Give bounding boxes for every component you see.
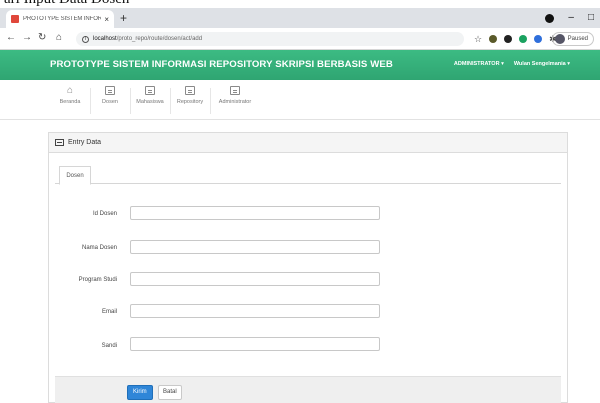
url-path: /proto_repo/route/dosen/act/add <box>116 36 203 42</box>
id-dosen-input[interactable] <box>130 206 380 220</box>
nav-item-administrator[interactable]: Administrator <box>212 86 258 105</box>
nav-item-label: Beranda <box>59 99 81 105</box>
nav-item-mahasiswa[interactable]: Mahasiswa <box>130 86 170 105</box>
address-bar[interactable]: i localhost /proto_repo/route/dosen/act/… <box>76 32 464 46</box>
window-controls: – □ <box>545 12 594 24</box>
nav-item-label: Dosen <box>102 99 118 105</box>
forward-arrow-icon[interactable]: → <box>22 32 32 44</box>
nav-item-label: Administrator <box>218 99 252 105</box>
field-label: Nama Dosen <box>81 245 117 251</box>
avatar <box>554 34 565 44</box>
panel-title: Entry Data <box>68 139 102 146</box>
panel-header: Entry Data <box>49 133 567 153</box>
star-icon[interactable]: ☆ <box>474 33 482 45</box>
app-header: PROTOTYPE SISTEM INFORMASI REPOSITORY SK… <box>0 50 600 80</box>
field-label: Id Dosen <box>92 211 117 217</box>
address-bar-row: ← → ↻ ⌂ i localhost /proto_repo/route/do… <box>0 28 600 50</box>
sandi-input[interactable] <box>130 337 380 351</box>
entry-panel: Entry Data Dosen Id Dosen Nama Dosen Pro… <box>48 132 568 403</box>
browser-tab-title: PROTOTYPE SISTEM INFORMASI <box>23 16 102 22</box>
caption-strip: ari Input Data Dosen <box>0 0 600 8</box>
nav-item-dosen[interactable]: Dosen <box>90 86 130 105</box>
nav-item-repository[interactable]: Repository <box>170 86 210 105</box>
home-icon: ⌂ <box>66 85 74 96</box>
cancel-button[interactable]: Batal <box>158 385 182 400</box>
extension-icon[interactable] <box>534 35 543 43</box>
nama-dosen-input[interactable] <box>130 240 380 254</box>
field-label: Email <box>101 309 117 315</box>
favicon-icon <box>11 15 19 23</box>
nav-item-beranda[interactable]: ⌂ Beranda <box>50 85 90 106</box>
home-icon[interactable]: ⌂ <box>56 32 62 44</box>
list-icon <box>230 86 240 95</box>
browser-tab[interactable]: PROTOTYPE SISTEM INFORMASI × <box>6 10 114 28</box>
submit-button[interactable]: Kirim <box>127 385 153 400</box>
header-menus: ADMINISTRATOR ▾ Wulan Sengelmania ▾ <box>454 61 570 67</box>
form-actions: Kirim Batal <box>55 376 561 403</box>
extension-icon[interactable] <box>504 35 513 43</box>
url-host: localhost <box>93 36 117 42</box>
list-icon <box>185 86 195 95</box>
list-icon <box>105 86 115 95</box>
caption-text: ari Input Data Dosen <box>4 0 129 8</box>
program-studi-input[interactable] <box>130 272 380 286</box>
tab-dosen[interactable]: Dosen <box>59 166 91 185</box>
new-tab-button[interactable]: + <box>120 11 127 25</box>
record-icon <box>545 14 555 23</box>
email-field[interactable] <box>130 304 380 318</box>
nav-item-label: Repository <box>176 99 204 105</box>
list-icon <box>145 86 155 95</box>
main-nav: ⌂ Beranda Dosen Mahasiswa Repository Adm… <box>0 80 600 120</box>
info-icon[interactable]: i <box>82 35 89 43</box>
profile-status: Paused <box>567 36 588 42</box>
maximize-button[interactable]: □ <box>588 12 594 24</box>
app-title: PROTOTYPE SISTEM INFORMASI REPOSITORY SK… <box>50 59 393 70</box>
field-label: Program Studi <box>78 277 117 283</box>
admin-menu[interactable]: ADMINISTRATOR ▾ <box>454 61 504 67</box>
back-arrow-icon[interactable]: ← <box>6 32 16 44</box>
nav-divider <box>210 88 211 114</box>
form-tabs: Dosen <box>55 166 561 185</box>
extension-icon[interactable] <box>489 35 498 43</box>
minimize-button[interactable]: – <box>568 12 574 24</box>
extension-icon[interactable] <box>519 35 528 43</box>
nav-item-label: Mahasiswa <box>136 99 164 105</box>
profile-button[interactable]: Paused <box>551 32 594 46</box>
table-icon <box>55 139 64 146</box>
tab-close-button[interactable]: × <box>104 15 109 24</box>
extension-icons: ☆ ✱ <box>474 33 557 45</box>
reload-icon[interactable]: ↻ <box>38 32 46 44</box>
browser-tab-bar: PROTOTYPE SISTEM INFORMASI × + – □ <box>0 8 600 28</box>
user-menu[interactable]: Wulan Sengelmania ▾ <box>514 61 570 67</box>
field-label: Sandi <box>101 343 117 349</box>
